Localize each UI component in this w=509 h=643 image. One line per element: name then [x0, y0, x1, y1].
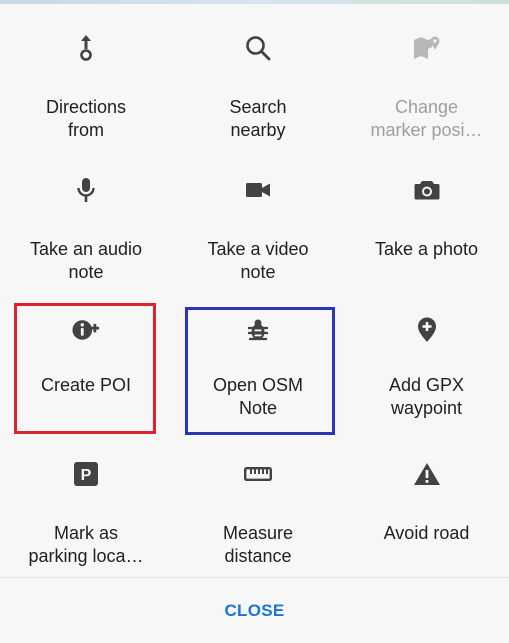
action-video-note[interactable]: Take a video note: [172, 152, 344, 294]
take-photo-label: Take a photo: [374, 239, 479, 259]
action-change-marker-position[interactable]: Change marker posi…: [344, 10, 509, 152]
action-avoid-road[interactable]: Avoid road: [344, 436, 509, 578]
top-accent-line: [0, 0, 509, 4]
action-grid: Directions from Search nearby Change mar…: [0, 10, 509, 578]
video-camera-icon: [244, 176, 272, 204]
add-gpx-waypoint-label: Add GPX waypoint: [388, 375, 465, 418]
microphone-icon: [72, 176, 100, 204]
parking-icon: P: [72, 460, 100, 488]
action-add-gpx-waypoint[interactable]: Add GPX waypoint: [344, 294, 509, 436]
close-button[interactable]: CLOSE: [200, 591, 308, 631]
directions-from-icon: [72, 34, 100, 62]
ruler-icon: [244, 460, 272, 488]
search-icon: [244, 34, 272, 62]
avoid-road-label: Avoid road: [383, 523, 470, 543]
action-directions-from[interactable]: Directions from: [0, 10, 172, 152]
directions-from-label: Directions from: [45, 97, 127, 140]
search-nearby-label: Search nearby: [229, 97, 287, 140]
map-marker-edit-icon: [413, 34, 441, 62]
open-osm-note-label: Open OSM Note: [212, 375, 304, 418]
dialog-footer: CLOSE: [0, 578, 509, 643]
action-search-nearby[interactable]: Search nearby: [172, 10, 344, 152]
action-create-poi[interactable]: Create POI: [0, 294, 172, 436]
measure-distance-label: Measure distance: [222, 523, 294, 566]
info-plus-icon: [72, 316, 100, 344]
bug-icon: [244, 316, 272, 344]
action-take-photo[interactable]: Take a photo: [344, 152, 509, 294]
action-parking[interactable]: P Mark as parking loca…: [0, 436, 172, 578]
svg-text:P: P: [81, 467, 92, 484]
action-open-osm-note[interactable]: Open OSM Note: [172, 294, 344, 436]
video-note-label: Take a video note: [207, 239, 309, 282]
warning-icon: [413, 460, 441, 488]
parking-label: Mark as parking loca…: [28, 523, 144, 566]
camera-icon: [413, 176, 441, 204]
create-poi-label: Create POI: [40, 375, 132, 395]
audio-note-label: Take an audio note: [29, 239, 143, 282]
action-audio-note[interactable]: Take an audio note: [0, 152, 172, 294]
change-marker-position-label: Change marker posi…: [370, 97, 483, 140]
action-measure-distance[interactable]: Measure distance: [172, 436, 344, 578]
waypoint-plus-icon: [413, 316, 441, 344]
